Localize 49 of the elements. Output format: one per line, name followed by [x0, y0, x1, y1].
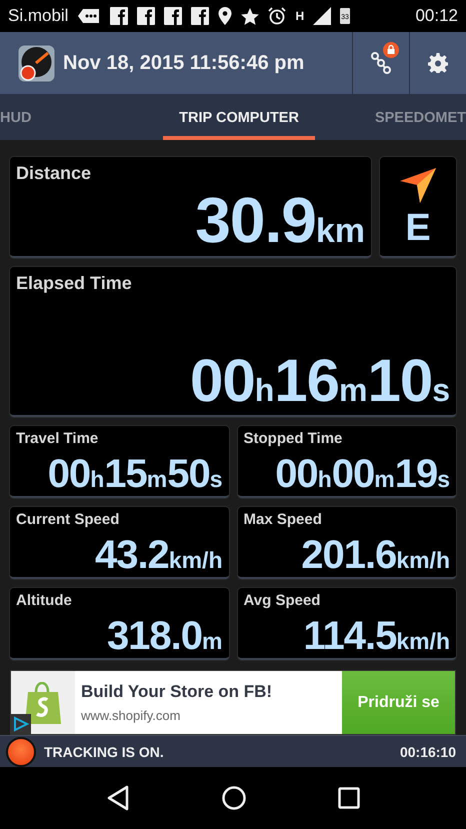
ad-title: Build Your Store on FB!	[81, 682, 272, 702]
facebook-icon	[137, 7, 156, 25]
elapsed-value: 00h16m10s	[190, 351, 450, 411]
heading-direction: E	[405, 208, 431, 246]
stat-value: 43.2km/h	[94, 535, 222, 575]
card-label: Max Speed	[244, 511, 322, 528]
card-label: Travel Time	[16, 430, 98, 447]
settings-icon	[428, 53, 448, 73]
network-type: H	[295, 9, 304, 23]
back-button[interactable]	[106, 785, 130, 811]
tracking-status: TRACKING IS ON.	[44, 744, 164, 760]
card-label: Stopped Time	[244, 430, 342, 447]
lock-badge-icon	[383, 42, 399, 58]
facebook-icon	[191, 7, 210, 25]
stat-value: 00h00m19s	[275, 454, 450, 494]
speedometer-icon	[18, 44, 55, 82]
stat-value: 00h15m50s	[48, 454, 222, 494]
card-label: Avg Speed	[244, 592, 320, 609]
facebook-icon	[164, 7, 182, 25]
heading-arrow-icon	[399, 166, 437, 204]
carrier-name: Si.mobil	[8, 6, 68, 26]
distance-value: 30.9km	[195, 188, 365, 252]
message-icon	[77, 8, 102, 24]
tracking-duration: 00:16:10	[400, 744, 456, 760]
ad-banner[interactable]: Build Your Store on FB! www.shopify.com Pridruži se	[10, 670, 456, 735]
stat-value: 114.5km/h	[303, 616, 450, 656]
star-icon	[241, 8, 260, 24]
route-icon	[371, 51, 391, 75]
stat-value: 318.0m	[106, 616, 222, 656]
stat-value: 201.6km/h	[301, 535, 450, 575]
signal-icon	[313, 7, 332, 25]
tab[interactable]: HUD	[0, 95, 134, 140]
date-time-title: Nov 18, 2015 11:56:46 pm	[63, 52, 304, 74]
card-label: Current Speed	[16, 511, 120, 528]
alarm-icon	[268, 7, 286, 25]
card-label: Altitude	[16, 592, 72, 609]
card-label: Elapsed Time	[16, 273, 132, 294]
card-label: Distance	[16, 163, 92, 184]
location-icon	[218, 7, 232, 25]
shopping-bag-icon	[25, 682, 61, 724]
home-button[interactable]	[222, 786, 246, 810]
play-icon	[11, 714, 31, 734]
recents-button[interactable]	[338, 787, 360, 809]
clock-time: 00:12	[415, 6, 458, 26]
ad-url: www.shopify.com	[81, 708, 180, 723]
join-button[interactable]: Pridruži se	[342, 671, 455, 734]
facebook-icon	[110, 7, 128, 25]
tracking-indicator[interactable]	[6, 736, 36, 766]
tab[interactable]: SPEEDOMET	[344, 95, 466, 140]
